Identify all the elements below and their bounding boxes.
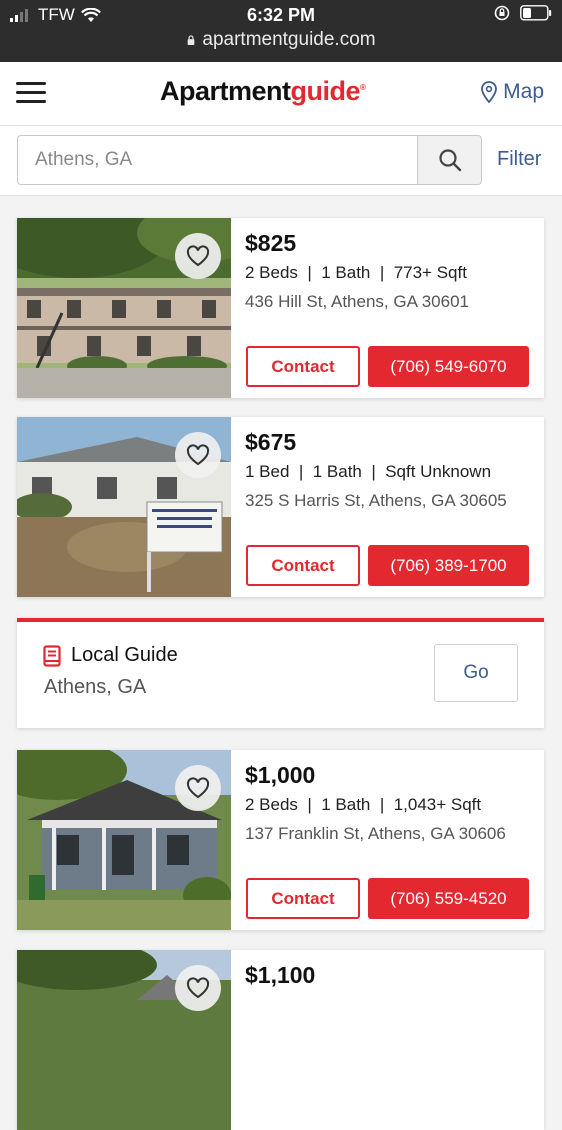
listing-specs: 2 Beds | 1 Bath | 1,043+ Sqft xyxy=(245,795,482,814)
site-header: Apartmentguide® Map xyxy=(0,62,562,126)
book-icon xyxy=(43,644,61,667)
listing-address: 137 Franklin St, Athens, GA 30606 xyxy=(245,824,506,843)
logo-main-text: Apartment xyxy=(160,76,291,106)
map-link[interactable]: Map xyxy=(481,80,544,104)
local-guide-title: Local Guide xyxy=(71,644,178,666)
lock-icon xyxy=(188,35,195,45)
local-guide-card: Local Guide Athens, GA Go xyxy=(17,618,544,728)
favorite-heart-icon[interactable] xyxy=(175,765,221,811)
phone-button[interactable]: (706) 389-1700 xyxy=(368,545,529,586)
phone-button[interactable]: (706) 559-4520 xyxy=(368,878,529,919)
listing-address: 436 Hill St, Athens, GA 30601 xyxy=(245,292,469,311)
listing-price: $1,100 xyxy=(245,962,316,988)
map-label: Map xyxy=(503,80,544,103)
listing-price: $1,000 xyxy=(245,762,316,788)
search-bar: Filter xyxy=(0,126,562,196)
listing-photo[interactable] xyxy=(17,218,231,398)
favorite-heart-icon[interactable] xyxy=(175,965,221,1011)
favorite-heart-icon[interactable] xyxy=(175,432,221,478)
status-bar: TFW 6:32 PM apartmentguide.com xyxy=(0,0,562,62)
local-guide-city: Athens, GA xyxy=(44,676,147,698)
logo-accent-text: guide xyxy=(290,76,361,106)
listing-price: $825 xyxy=(245,230,297,256)
contact-button[interactable]: Contact xyxy=(246,878,360,919)
battery-icon xyxy=(520,5,552,21)
search-icon xyxy=(438,149,461,172)
listing-card[interactable]: $675 1 Bed | 1 Bath | Sqft Unknown 325 S… xyxy=(17,417,544,597)
listing-photo[interactable] xyxy=(17,417,231,597)
phone-button[interactable]: (706) 549-6070 xyxy=(368,346,529,387)
url-text: apartmentguide.com xyxy=(202,29,376,50)
rotation-lock-icon xyxy=(494,5,510,21)
listing-card[interactable]: $825 2 Beds | 1 Bath | 773+ Sqft 436 Hil… xyxy=(17,218,544,398)
listing-photo[interactable] xyxy=(17,750,231,930)
listing-card[interactable]: $1,000 2 Beds | 1 Bath | 1,043+ Sqft 137… xyxy=(17,750,544,930)
hamburger-menu-icon[interactable] xyxy=(16,82,46,104)
go-button[interactable]: Go xyxy=(434,644,518,702)
map-pin-icon xyxy=(481,81,498,103)
url-bar[interactable]: apartmentguide.com xyxy=(0,29,562,51)
search-button[interactable] xyxy=(417,135,482,185)
contact-button[interactable]: Contact xyxy=(246,545,360,586)
listing-specs: 1 Bed | 1 Bath | Sqft Unknown xyxy=(245,462,492,481)
contact-button[interactable]: Contact xyxy=(246,346,360,387)
site-logo[interactable]: Apartmentguide® xyxy=(160,76,366,107)
listing-price: $675 xyxy=(245,429,297,455)
search-input[interactable] xyxy=(17,135,417,185)
favorite-heart-icon[interactable] xyxy=(175,233,221,279)
listing-card[interactable]: $1,100 xyxy=(17,950,544,1130)
filter-button[interactable]: Filter xyxy=(497,148,541,171)
listing-photo[interactable] xyxy=(17,950,231,1130)
clock: 6:32 PM xyxy=(246,5,316,25)
listing-address: 325 S Harris St, Athens, GA 30605 xyxy=(245,491,507,510)
listing-specs: 2 Beds | 1 Bath | 773+ Sqft xyxy=(245,263,467,282)
